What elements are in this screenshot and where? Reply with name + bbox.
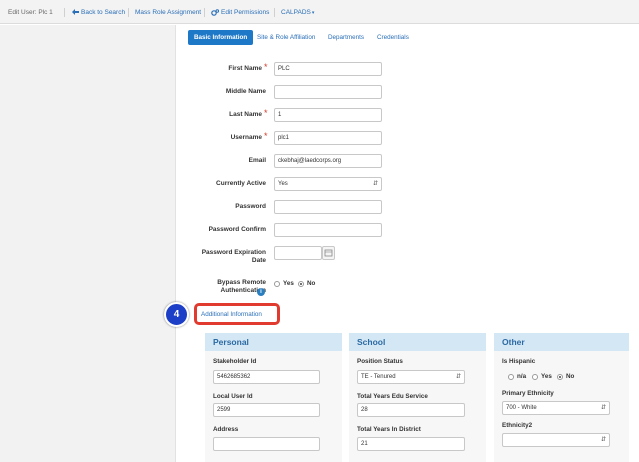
page-title: Edit User: Plc 1 [8,9,53,16]
ethnicity2-select[interactable]: ⇵ [502,433,610,447]
primary-ethnicity-label: Primary Ethnicity [502,390,554,397]
position-status-value: TE - Tenured [361,374,396,380]
toolbar-divider [64,8,65,17]
select-arrows-icon: ⇵ [455,374,461,380]
total-years-district-label: Total Years In District [357,426,421,433]
currently-active-label: Currently Active [216,180,266,187]
last-name-label: Last Name [229,111,262,118]
last-name-field[interactable]: 1 [274,108,382,122]
first-name-label: First Name [228,65,262,72]
calpads-label: CALPADS [281,9,311,16]
middle-name-label: Middle Name [225,88,266,95]
username-label: Username [230,134,262,141]
currently-active-value: Yes [278,181,288,187]
additional-information-link[interactable]: Additional Information [201,311,262,318]
total-years-district-field[interactable]: 21 [357,437,465,451]
address-label: Address [213,426,239,433]
currently-active-select[interactable]: Yes ⇵ [274,177,382,191]
password-confirm-field[interactable] [274,223,382,237]
chevron-down-icon: ▾ [311,10,315,16]
password-field[interactable] [274,200,382,214]
primary-ethnicity-select[interactable]: 700 - White ⇵ [502,401,610,415]
bypass-no-label: No [307,280,316,287]
select-arrows-icon: ⇵ [372,181,378,187]
primary-ethnicity-value: 700 - White [506,405,537,411]
personal-section-header: Personal [205,333,342,351]
toolbar-divider [128,8,129,17]
password-label: Password [235,203,266,210]
username-field[interactable]: plc1 [274,131,382,145]
bypass-remote-auth-label: Bypass Remote Authentication [217,279,266,294]
required-marker: * [264,131,268,141]
tab-basic-information[interactable]: Basic Information [188,30,254,45]
calendar-button[interactable] [322,246,335,260]
password-expiration-field[interactable] [274,246,322,260]
top-toolbar: Edit User: Plc 1 Back to Search Mass Rol… [0,0,639,24]
first-name-field[interactable]: PLC [274,62,382,76]
is-hispanic-no-label: No [566,373,575,380]
password-expiration-label: Password Expiration Date [201,249,266,264]
toolbar-divider [274,8,275,17]
tab-departments[interactable]: Departments [322,30,370,45]
required-marker: * [264,108,268,118]
info-icon[interactable]: i [257,288,265,296]
edit-permissions-link[interactable]: Edit Permissions [211,9,269,16]
is-hispanic-yes-radio[interactable] [532,374,538,380]
back-arrow-icon [72,9,79,16]
edit-permissions-label: Edit Permissions [221,9,270,17]
back-to-search-label: Back to Search [81,9,126,16]
calpads-menu[interactable]: CALPADS▾ [281,9,314,16]
mass-role-assignment-link[interactable]: Mass Role Assignment [135,9,201,16]
position-status-label: Position Status [357,358,403,365]
local-user-id-label: Local User Id [213,393,253,400]
left-sidebar [0,25,176,462]
is-hispanic-na-label: n/a [517,373,527,380]
calendar-icon [324,249,333,257]
bypass-yes-label: Yes [283,280,294,287]
position-status-select[interactable]: TE - Tenured ⇵ [357,370,465,384]
total-years-edu-label: Total Years Edu Service [357,393,428,400]
middle-name-field[interactable] [274,85,382,99]
tab-credentials[interactable]: Credentials [371,30,415,45]
stakeholder-id-label: Stakeholder Id [213,358,257,365]
required-marker: * [264,62,268,72]
bypass-no-radio[interactable] [298,281,304,287]
toolbar-divider [204,8,205,17]
is-hispanic-no-radio[interactable] [557,374,563,380]
is-hispanic-yes-label: Yes [541,373,552,380]
local-user-id-field[interactable]: 2599 [213,403,320,417]
step-number-badge: 4 [164,302,189,327]
is-hispanic-label: Is Hispanic [502,358,536,365]
select-arrows-icon: ⇵ [600,405,606,411]
gears-icon [211,9,219,16]
other-section-header: Other [494,333,629,351]
ethnicity2-label: Ethnicity2 [502,422,533,429]
select-arrows-icon: ⇵ [600,437,606,443]
back-to-search-link[interactable]: Back to Search [72,9,125,16]
email-field[interactable]: ckebhaj@laedcorps.org [274,154,382,168]
school-section-header: School [349,333,486,351]
stakeholder-id-field[interactable]: 5462685362 [213,370,320,384]
email-label: Email [248,157,266,164]
total-years-edu-field[interactable]: 28 [357,403,465,417]
bypass-yes-radio[interactable] [274,281,280,287]
is-hispanic-na-radio[interactable] [508,374,514,380]
tab-site-role-affiliation[interactable]: Site & Role Affiliation [251,30,321,45]
address-field[interactable] [213,437,320,451]
password-confirm-label: Password Confirm [208,226,266,233]
